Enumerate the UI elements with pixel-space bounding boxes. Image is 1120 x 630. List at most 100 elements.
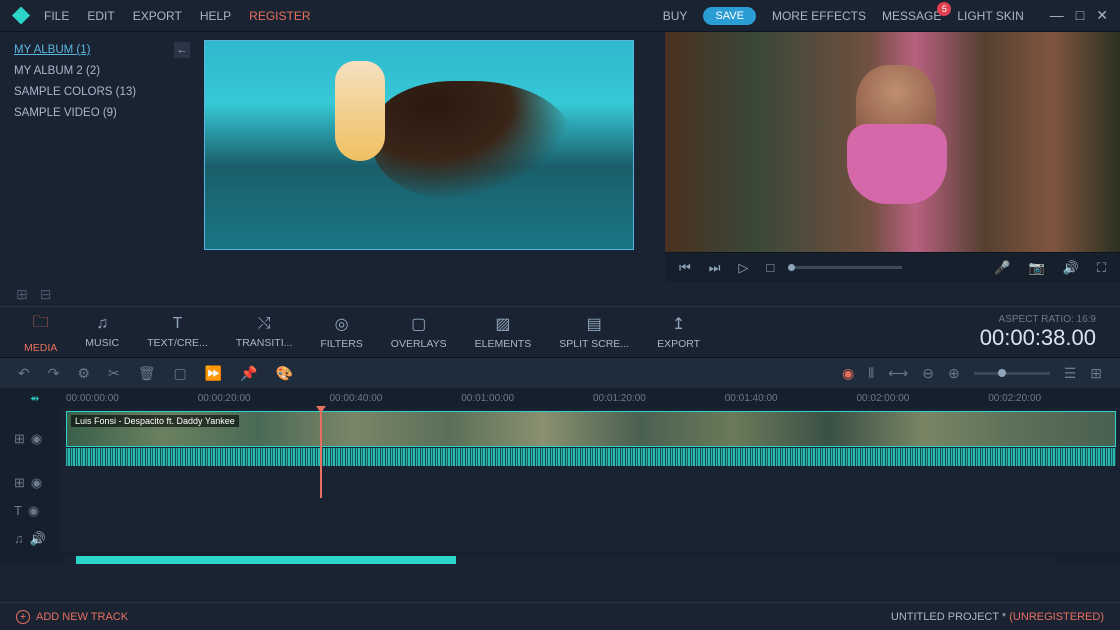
time-ruler[interactable]: ⇴ 00:00:00:00 00:00:20:00 00:00:40:00 00… — [0, 388, 1120, 408]
editor-tabs: 🗀MEDIA ♫MUSIC TTEXT/CRE... ⤭TRANSITI... … — [0, 306, 1120, 358]
volume-slider[interactable] — [792, 266, 902, 269]
menubar: FILE EDIT EXPORT HELP REGISTER BUY SAVE … — [0, 0, 1120, 32]
preview-panel: ⏮ ⏭ ▷ □ 🎤 📷 🔊 ⛶ — [665, 32, 1120, 282]
mic-icon[interactable]: 🎤 — [994, 260, 1010, 276]
tab-elements[interactable]: ▨ELEMENTS — [461, 314, 546, 350]
footer: + ADD NEW TRACK UNTITLED PROJECT * (UNRE… — [0, 602, 1120, 630]
tab-media[interactable]: 🗀MEDIA — [10, 311, 71, 354]
tab-overlays[interactable]: ▢OVERLAYS — [377, 314, 461, 350]
message-button[interactable]: MESSAGE — [882, 9, 941, 23]
sidebar-back-icon[interactable]: ← — [174, 42, 190, 58]
grid-view-icon[interactable]: ⊞ — [1090, 365, 1102, 382]
zoom-out-icon[interactable]: ⊖ — [922, 365, 934, 382]
zoom-slider[interactable] — [974, 372, 1050, 375]
speaker-icon[interactable]: 🔊 — [30, 531, 46, 547]
eye-icon[interactable]: ◉ — [31, 431, 42, 447]
snapshot-icon[interactable]: 📷 — [1029, 260, 1045, 276]
film-icon: ⊞ — [14, 431, 25, 447]
cut-icon[interactable]: ✂ — [108, 365, 120, 382]
remove-folder-icon[interactable]: ⊟ — [40, 286, 52, 303]
tab-filters[interactable]: ◎FILTERS — [306, 314, 376, 350]
fullscreen-icon[interactable]: ⛶ — [1097, 260, 1106, 276]
light-skin-button[interactable]: LIGHT SKIN — [957, 9, 1023, 23]
timeline-scrollbar[interactable] — [66, 556, 1054, 564]
pin-icon[interactable]: ⇴ — [30, 392, 39, 405]
preview-image — [665, 32, 1120, 252]
more-effects-button[interactable]: MORE EFFECTS — [772, 9, 866, 23]
settings-icon[interactable]: ⚙ — [77, 365, 90, 382]
sidebar-item-colors[interactable]: SAMPLE COLORS (13) — [14, 86, 182, 98]
add-track-button[interactable]: + ADD NEW TRACK — [16, 610, 128, 624]
media-thumbnail[interactable] — [204, 40, 634, 250]
video-track-body[interactable]: Luis Fonsi - Despacito ft. Daddy Yankee — [60, 409, 1120, 468]
next-frame-icon[interactable]: ⏭ — [709, 260, 721, 276]
eye-icon[interactable]: ◉ — [31, 475, 42, 491]
add-folder-icon[interactable]: ⊞ — [16, 286, 28, 303]
ruler-mark: 00:00:20:00 — [198, 393, 330, 404]
eye-icon[interactable]: ◉ — [28, 503, 39, 519]
fit-icon[interactable]: ⟷ — [888, 365, 908, 382]
text-icon: T — [173, 315, 183, 333]
ruler-mark: 00:01:00:00 — [461, 393, 593, 404]
maximize-icon[interactable]: □ — [1076, 7, 1084, 24]
ruler-mark: 00:01:40:00 — [725, 393, 857, 404]
playback-controls: ⏮ ⏭ ▷ □ 🎤 📷 🔊 ⛶ — [665, 252, 1120, 282]
zoom-in-icon[interactable]: ⊕ — [948, 365, 960, 382]
overlay-track-body[interactable] — [60, 469, 1120, 496]
tab-text[interactable]: TTEXT/CRE... — [133, 315, 222, 349]
buy-button[interactable]: BUY — [663, 9, 688, 23]
menu-file[interactable]: FILE — [44, 9, 69, 23]
save-button[interactable]: SAVE — [703, 7, 756, 25]
stop-icon[interactable]: □ — [766, 260, 774, 275]
list-view-icon[interactable]: ☰ — [1064, 365, 1077, 382]
ruler-mark: 00:00:00:00 — [66, 393, 198, 404]
window-controls: — □ ✕ — [1050, 7, 1108, 24]
music-icon: ♫ — [96, 315, 108, 333]
elements-icon: ▨ — [495, 314, 510, 334]
menu-help[interactable]: HELP — [200, 9, 231, 23]
unregistered-label: (UNREGISTERED) — [1009, 611, 1104, 623]
delete-icon[interactable]: 🗑 — [138, 365, 156, 382]
overlay-track: ⊞◉ — [0, 468, 1120, 496]
speed-icon[interactable]: ⏩ — [205, 365, 222, 382]
timeline-toolbar: ↶ ↷ ⚙ ✂ 🗑 ▢ ⏩ 📌 🎨 ◉ ⫴ ⟷ ⊖ ⊕ ☰ ⊞ — [0, 358, 1120, 388]
overlay-icon: ▢ — [411, 314, 426, 334]
tab-transitions[interactable]: ⤭TRANSITI... — [222, 315, 307, 349]
crop-icon[interactable]: ▢ — [174, 365, 187, 382]
album-sidebar: ← MY ALBUM (1) MY ALBUM 2 (2) SAMPLE COL… — [0, 32, 196, 282]
timecode-value: 00:00:38.00 — [980, 325, 1096, 351]
text-track-body[interactable] — [60, 497, 1120, 524]
audio-track-body[interactable] — [60, 525, 1120, 552]
close-icon[interactable]: ✕ — [1096, 7, 1108, 24]
menu-register[interactable]: REGISTER — [249, 9, 310, 23]
prev-frame-icon[interactable]: ⏮ — [679, 260, 691, 276]
sidebar-item-album2[interactable]: MY ALBUM 2 (2) — [14, 65, 182, 77]
folder-tools: ⊞ ⊟ — [0, 282, 1120, 306]
project-status: UNTITLED PROJECT * (UNREGISTERED) — [891, 611, 1104, 623]
timeline: ⇴ 00:00:00:00 00:00:20:00 00:00:40:00 00… — [0, 388, 1120, 564]
mute-icon[interactable]: 🔊 — [1063, 260, 1079, 276]
ruler-mark: 00:01:20:00 — [593, 393, 725, 404]
playhead[interactable] — [320, 408, 322, 498]
menu-edit[interactable]: EDIT — [87, 9, 114, 23]
minimize-icon[interactable]: — — [1050, 7, 1064, 24]
filter-icon: ◎ — [335, 314, 349, 334]
video-track: ⊞ ◉ Luis Fonsi - Despacito ft. Daddy Yank… — [0, 408, 1120, 468]
undo-icon[interactable]: ↶ — [18, 365, 30, 382]
render-icon[interactable]: ◉ — [842, 365, 854, 382]
video-clip[interactable]: Luis Fonsi - Despacito ft. Daddy Yankee — [66, 411, 1116, 447]
marker-icon[interactable]: 📌 — [240, 365, 257, 382]
menu-export[interactable]: EXPORT — [133, 9, 182, 23]
sidebar-item-video[interactable]: SAMPLE VIDEO (9) — [14, 107, 182, 119]
play-icon[interactable]: ▷ — [738, 260, 748, 276]
tab-music[interactable]: ♫MUSIC — [71, 315, 133, 349]
tab-export[interactable]: ↥EXPORT — [643, 314, 714, 350]
audio-wave-icon[interactable]: ⫴ — [868, 365, 874, 382]
redo-icon[interactable]: ↷ — [48, 365, 60, 382]
scrollbar-thumb[interactable] — [76, 556, 456, 564]
color-icon[interactable]: 🎨 — [276, 365, 293, 382]
media-pane — [196, 32, 665, 282]
app-logo — [12, 7, 30, 25]
tab-splitscreen[interactable]: ▤SPLIT SCRE... — [545, 314, 643, 350]
sidebar-item-album1[interactable]: MY ALBUM (1) — [14, 44, 182, 56]
